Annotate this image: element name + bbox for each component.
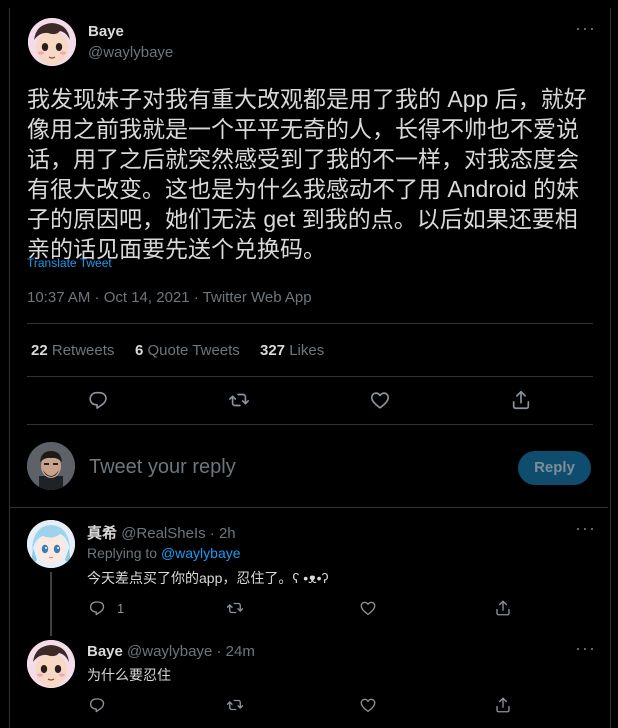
retweets-label: Retweets: [51, 342, 115, 359]
more-dots-icon[interactable]: ···: [575, 638, 596, 659]
reply-count: 1: [117, 601, 125, 616]
retweet-icon[interactable]: [226, 599, 244, 617]
replying-to-handle[interactable]: @waylybaye: [161, 545, 241, 561]
reply-bubble-icon[interactable]: [88, 696, 106, 714]
divider: [27, 376, 593, 377]
reply-input[interactable]: Tweet your reply: [89, 456, 236, 479]
reply-text: 今天差点买了你的app，忍住了。ʕ •ᴥ•ʔ: [87, 570, 329, 586]
replying-to-prefix: Replying to: [87, 545, 158, 561]
replying-to: Replying to @waylybaye: [87, 545, 241, 561]
tweet-meta[interactable]: 10:37 AM · Oct 14, 2021 · Twitter Web Ap…: [27, 289, 312, 306]
reply-header: 真希 @RealSheIs · 2h: [87, 522, 236, 543]
author-name[interactable]: Baye: [88, 23, 124, 40]
retweets-stat[interactable]: 22 Retweets: [31, 342, 114, 359]
reply-time[interactable]: · 2h: [210, 525, 236, 542]
divider: [27, 424, 593, 425]
reply-bubble-icon[interactable]: [87, 389, 109, 411]
share-icon[interactable]: [494, 599, 512, 617]
reply-author-avatar[interactable]: [27, 520, 75, 568]
share-icon[interactable]: [510, 389, 532, 411]
translate-tweet-link[interactable]: Translate Tweet: [27, 256, 112, 270]
thread-line: [50, 572, 52, 636]
tweet-text: 我发现妹子对我有重大改观都是用了我的 App 后，就好像用之前我就是一个平平无奇…: [27, 86, 587, 262]
divider: [27, 323, 593, 324]
reply-author-handle[interactable]: @waylybaye: [127, 643, 212, 660]
quote-tweets-stat[interactable]: 6 Quote Tweets: [135, 342, 240, 359]
reply-button[interactable]: Reply: [518, 451, 591, 485]
retweet-icon[interactable]: [228, 389, 250, 411]
quote-tweets-count: 6: [135, 342, 144, 359]
reply-header: Baye @waylybaye · 24m: [87, 643, 255, 660]
heart-icon[interactable]: [359, 696, 377, 714]
reply-author-handle[interactable]: @RealSheIs: [121, 525, 205, 542]
likes-label: Likes: [289, 342, 325, 359]
more-dots-icon[interactable]: ···: [575, 18, 596, 39]
likes-stat[interactable]: 327 Likes: [260, 342, 324, 359]
reply-author-name[interactable]: Baye: [87, 643, 123, 660]
my-avatar[interactable]: [27, 442, 75, 490]
likes-count: 327: [260, 342, 286, 359]
author-handle[interactable]: @waylybaye: [88, 44, 173, 61]
reply-author-name[interactable]: 真希: [87, 525, 117, 542]
reply-bubble-icon[interactable]: [88, 599, 106, 617]
more-dots-icon[interactable]: ···: [575, 518, 596, 539]
divider: [10, 507, 608, 508]
share-icon[interactable]: [494, 696, 512, 714]
author-avatar[interactable]: [28, 18, 76, 66]
heart-icon[interactable]: [369, 389, 391, 411]
retweet-icon[interactable]: [226, 696, 244, 714]
reply-text: 为什么要忍住: [87, 667, 171, 683]
heart-icon[interactable]: [359, 599, 377, 617]
reply-author-avatar[interactable]: [27, 640, 75, 688]
quote-tweets-label: Quote Tweets: [147, 342, 240, 359]
retweets-count: 22: [31, 342, 48, 359]
reply-time[interactable]: · 24m: [216, 643, 254, 660]
